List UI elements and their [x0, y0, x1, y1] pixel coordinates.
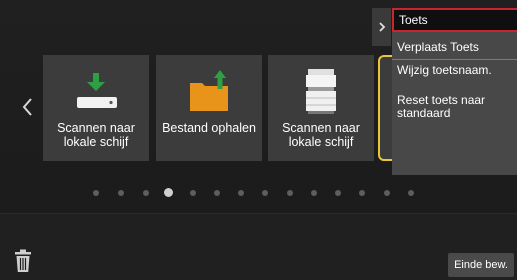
page-dot[interactable]	[143, 190, 149, 196]
page-dot[interactable]	[118, 190, 124, 196]
collapse-menu-tab[interactable]	[372, 8, 391, 46]
printer-scanner-icon	[291, 65, 351, 119]
menu-item-reset-key[interactable]: Reset toets naar standaard	[397, 94, 512, 120]
page-dot[interactable]	[93, 190, 99, 196]
page-dot[interactable]	[190, 190, 196, 196]
page-indicator	[0, 183, 517, 203]
tile-retrieve-file[interactable]: Bestand ophalen	[156, 55, 262, 161]
tile-scan-to-local-drive-2[interactable]: Scannen naar lokale schijf	[268, 55, 374, 161]
page-dot[interactable]	[311, 190, 317, 196]
tile-label: Scannen naar lokale schijf	[282, 121, 360, 149]
page-dot[interactable]	[287, 190, 293, 196]
page-dot[interactable]	[262, 190, 268, 196]
menu-divider	[392, 59, 517, 60]
tile-label: Scannen naar lokale schijf	[57, 121, 135, 149]
key-action-menu: Toets Verplaats Toets Wijzig toetsnaam. …	[392, 8, 517, 175]
tile-scan-to-local-drive[interactable]: Scannen naar lokale schijf	[43, 55, 149, 161]
menu-item-rename-key[interactable]: Wijzig toetsnaam.	[397, 64, 512, 77]
end-editing-button[interactable]: Einde bew.	[448, 253, 514, 277]
page-dot[interactable]	[408, 190, 414, 196]
page-dot[interactable]	[384, 190, 390, 196]
menu-title: Toets	[392, 8, 517, 32]
menu-item-move-key[interactable]: Verplaats Toets	[397, 40, 479, 54]
download-to-drive-icon	[66, 65, 126, 119]
bottom-bar	[0, 213, 517, 280]
home-screen-edit-mode: Scannen naar lokale schijf Bestand ophal…	[0, 0, 517, 280]
page-dot[interactable]	[214, 190, 220, 196]
page-dot-active[interactable]	[164, 188, 173, 197]
page-dot[interactable]	[359, 190, 365, 196]
trash-icon[interactable]	[13, 249, 33, 273]
page-dot[interactable]	[238, 190, 244, 196]
folder-upload-icon	[179, 65, 239, 119]
previous-page-arrow-icon[interactable]	[20, 96, 36, 118]
chevron-right-icon	[378, 22, 385, 32]
tile-label: Bestand ophalen	[162, 121, 256, 135]
page-dot[interactable]	[335, 190, 341, 196]
